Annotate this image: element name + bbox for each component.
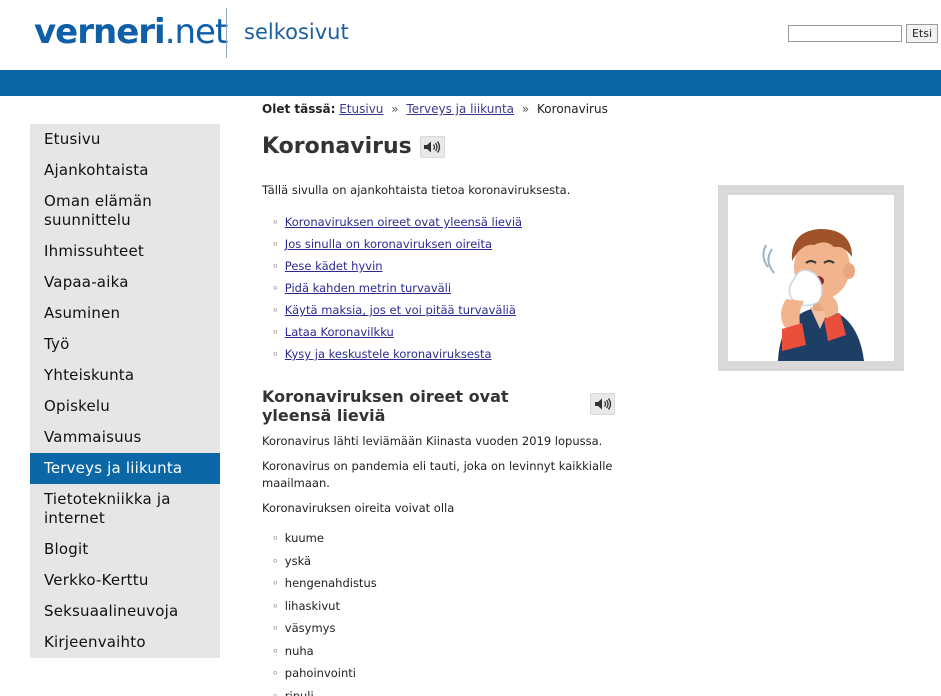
sidebar-item-verkko-kerttu[interactable]: Verkko-Kerttu: [30, 565, 220, 596]
speaker-icon[interactable]: [419, 135, 445, 158]
page-title: Koronavirus: [262, 134, 702, 159]
sidebar-item-tyo[interactable]: Työ: [30, 329, 220, 360]
sidebar-item-vapaa-aika[interactable]: Vapaa-aika: [30, 267, 220, 298]
logo-name: verneri: [34, 12, 166, 52]
paragraph: Koronavirus on pandemia eli tauti, joka …: [262, 459, 613, 490]
breadcrumb-current: Koronavirus: [537, 102, 608, 116]
list-item: hengenahdistus: [272, 572, 702, 595]
breadcrumb-separator: »: [391, 102, 399, 116]
sidebar-item-etusivu[interactable]: Etusivu: [30, 124, 220, 155]
site-subtitle: selkosivut: [244, 20, 349, 44]
toc-item: Pidä kahden metrin turvaväli: [272, 277, 702, 299]
paragraph: Koronavirus lähti leviämään Kiinasta vuo…: [262, 434, 603, 448]
sidebar-item-kirjeenvaihto[interactable]: Kirjeenvaihto: [30, 627, 220, 658]
top-blue-bar: [0, 70, 941, 96]
toc-link[interactable]: Pidä kahden metrin turvaväli: [285, 281, 451, 295]
breadcrumb: Olet tässä: Etusivu » Terveys ja liikunt…: [262, 102, 608, 116]
list-item: pahoinvointi: [272, 662, 702, 685]
main-content: Koronavirus Tällä sivulla on ajankohtais…: [262, 134, 702, 696]
search-button[interactable]: Etsi: [906, 24, 938, 43]
list-item: nuha: [272, 640, 702, 663]
list-item: kuume: [272, 527, 702, 550]
section-heading-row: Koronaviruksen oireet ovat yleensä lievi…: [262, 387, 702, 425]
sidebar-item-ajankohtaista[interactable]: Ajankohtaista: [30, 155, 220, 186]
sidebar-item-oman-elaman-suunnittelu[interactable]: Oman elämän suunnittelu: [30, 186, 180, 236]
section-heading: Koronaviruksen oireet ovat yleensä lievi…: [262, 387, 509, 425]
symptom-list: kuume yskä hengenahdistus lihaskivut väs…: [262, 527, 702, 696]
site-header: verneri.net selkosivut Etsi: [0, 0, 941, 70]
sidebar-item-asuminen[interactable]: Asuminen: [30, 298, 220, 329]
sidebar-item-ihmissuhteet[interactable]: Ihmissuhteet: [30, 236, 220, 267]
toc-item: Pese kädet hyvin: [272, 255, 702, 277]
site-logo[interactable]: verneri.net: [34, 12, 229, 52]
toc-item: Kysy ja keskustele koronaviruksesta: [272, 343, 702, 365]
speaker-icon[interactable]: [590, 393, 615, 415]
sidebar-item-seksuaalineuvoja[interactable]: Seksuaalineuvoja: [30, 596, 220, 627]
page-title-text: Koronavirus: [262, 134, 412, 159]
sidebar-item-tietotekniikka-ja-internet[interactable]: Tietotekniikka ja internet: [30, 484, 180, 534]
sidebar-item-blogit[interactable]: Blogit: [30, 534, 220, 565]
list-item: lihaskivut: [272, 595, 702, 618]
illustration-inner: [728, 195, 894, 361]
logo-divider: [226, 8, 227, 58]
toc-link[interactable]: Käytä maksia, jos et voi pitää turvaväli…: [285, 303, 516, 317]
sidebar-nav: Etusivu Ajankohtaista Oman elämän suunni…: [30, 124, 220, 658]
breadcrumb-separator: »: [521, 102, 530, 116]
toc-item: Jos sinulla on koronaviruksen oireita: [272, 233, 702, 255]
breadcrumb-link-home[interactable]: Etusivu: [339, 102, 383, 116]
sidebar-item-terveys-ja-liikunta[interactable]: Terveys ja liikunta: [30, 453, 220, 484]
sidebar-item-opiskelu[interactable]: Opiskelu: [30, 391, 220, 422]
search-input[interactable]: [788, 25, 902, 42]
toc-link[interactable]: Lataa Koronavilkku: [285, 325, 394, 339]
list-item: väsymys: [272, 617, 702, 640]
toc-item: Lataa Koronavilkku: [272, 321, 702, 343]
logo-domain: .net: [164, 12, 229, 52]
breadcrumb-link-health[interactable]: Terveys ja liikunta: [406, 102, 514, 116]
paragraph: Koronaviruksen oireita voivat olla: [262, 501, 455, 515]
toc-link[interactable]: Pese kädet hyvin: [285, 259, 383, 273]
intro-text: Tällä sivulla on ajankohtaista tietoa ko…: [262, 183, 571, 197]
breadcrumb-prefix: Olet tässä:: [262, 102, 336, 116]
toc-link[interactable]: Koronaviruksen oireet ovat yleensä lievi…: [285, 215, 522, 229]
toc-item: Koronaviruksen oireet ovat yleensä lievi…: [272, 211, 702, 233]
toc-link[interactable]: Jos sinulla on koronaviruksen oireita: [285, 237, 492, 251]
sneezing-person-illustration: [718, 185, 904, 371]
toc-item: Käytä maksia, jos et voi pitää turvaväli…: [272, 299, 702, 321]
list-item: yskä: [272, 550, 702, 573]
toc-link[interactable]: Kysy ja keskustele koronaviruksesta: [285, 347, 492, 361]
sidebar-item-yhteiskunta[interactable]: Yhteiskunta: [30, 360, 220, 391]
sidebar-item-vammaisuus[interactable]: Vammaisuus: [30, 422, 220, 453]
table-of-contents: Koronaviruksen oireet ovat yleensä lievi…: [262, 211, 702, 365]
list-item: ripuli.: [272, 685, 702, 696]
